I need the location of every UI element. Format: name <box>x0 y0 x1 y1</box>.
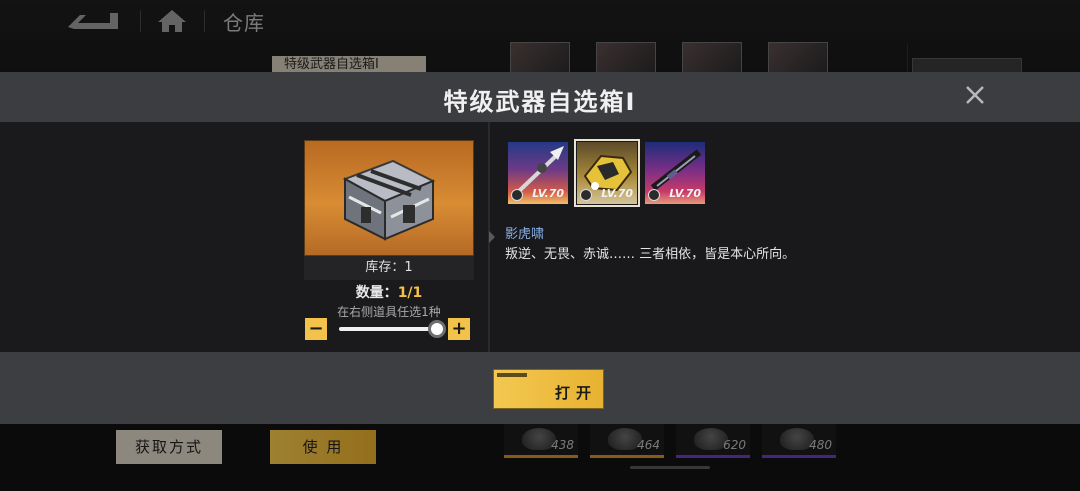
chest-image <box>304 140 474 256</box>
open-button[interactable]: 打开 <box>493 369 604 409</box>
weapon-chest-icon <box>342 159 436 241</box>
rank-icon <box>648 189 660 201</box>
quantity-value: 1/1 <box>397 285 423 301</box>
stock-label: 库存：1 <box>304 256 474 280</box>
dialog-title: 特级武器自选箱I <box>443 88 637 116</box>
quantity-slider[interactable] <box>339 327 439 331</box>
weapon-level: LV.70 <box>532 187 564 200</box>
pane-pointer-icon <box>489 231 495 243</box>
slider-handle[interactable] <box>428 320 446 338</box>
weapon-option[interactable]: LV.70 <box>645 142 705 204</box>
weapon-level: LV.70 <box>601 187 633 200</box>
selected-weapon-name: 影虎啸 <box>505 227 545 242</box>
quantity-line: 数量：1/1 <box>304 282 474 302</box>
close-icon <box>966 86 984 104</box>
weapon-level: LV.70 <box>669 187 701 200</box>
quantity-label: 数量： <box>355 285 398 301</box>
weapon-option[interactable]: LV.70 <box>508 142 568 204</box>
rank-icon <box>580 189 592 201</box>
rank-icon <box>511 189 523 201</box>
selected-weapon-description: 叛逆、无畏、赤诚…… 三者相依，皆是本心所向。 <box>505 247 796 262</box>
increase-button[interactable]: + <box>448 318 470 340</box>
close-button[interactable] <box>960 80 990 110</box>
decrease-button[interactable]: − <box>305 318 327 340</box>
weapon-option-selected[interactable]: LV.70 <box>574 139 640 207</box>
